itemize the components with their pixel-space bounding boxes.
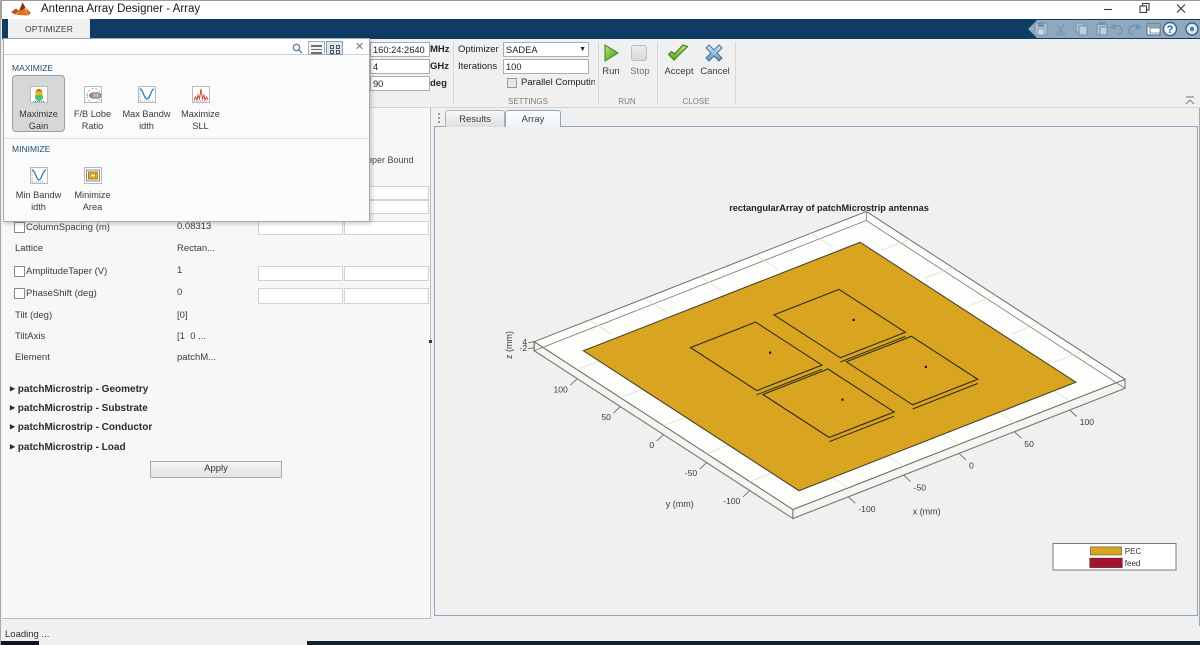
svg-text:100: 100 xyxy=(1080,417,1095,427)
svg-text:100: 100 xyxy=(553,384,568,394)
svg-text:-100: -100 xyxy=(858,504,875,514)
svg-text:feed: feed xyxy=(1125,559,1141,568)
svg-text:0: 0 xyxy=(649,440,654,450)
svg-text:-100: -100 xyxy=(723,496,740,506)
svg-text:?: ? xyxy=(1167,24,1174,36)
svg-text:-50: -50 xyxy=(914,482,927,492)
svg-text:0: 0 xyxy=(969,461,974,471)
svg-text:50: 50 xyxy=(601,412,611,422)
svg-text:z (mm): z (mm) xyxy=(504,331,514,359)
svg-text:-2: -2 xyxy=(520,343,528,353)
svg-text:PEC: PEC xyxy=(1125,547,1142,556)
svg-text:y (mm): y (mm) xyxy=(666,499,694,509)
svg-text:50: 50 xyxy=(1024,439,1034,449)
svg-text:rectangularArray of patchMicro: rectangularArray of patchMicrostrip ante… xyxy=(729,203,929,213)
svg-text:-50: -50 xyxy=(685,468,698,478)
svg-text:x (mm): x (mm) xyxy=(913,506,941,516)
